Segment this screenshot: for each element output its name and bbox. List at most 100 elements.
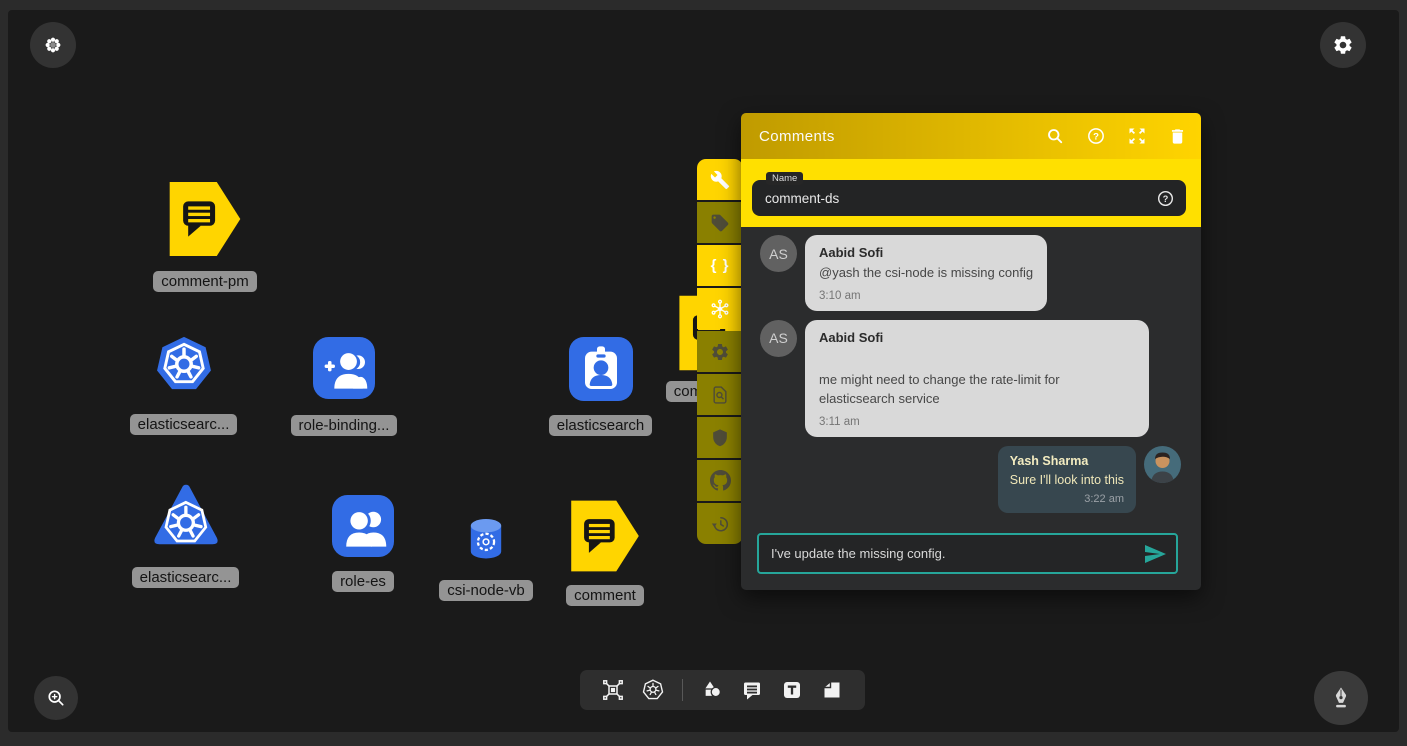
avatar: AS (760, 320, 797, 357)
braces-tool-button[interactable]: { } (697, 245, 743, 286)
settings-tool-button[interactable] (697, 331, 743, 372)
comment-shape-icon (168, 180, 242, 258)
comment-tool-button[interactable] (740, 678, 764, 702)
message-author: Aabid Sofi (819, 245, 1033, 260)
circuit-icon (601, 678, 625, 702)
pen-tool-button[interactable] (1314, 671, 1368, 725)
role-binding-icon (313, 337, 375, 399)
avatar: AS (760, 235, 797, 272)
name-field-label: Name (766, 172, 803, 185)
node-comment-pm[interactable]: comment-pm (150, 180, 260, 292)
message-row: AS Aabid Sofi me might need to change th… (760, 320, 1181, 437)
github-tool-button[interactable] (697, 460, 743, 501)
svg-text:?: ? (1163, 193, 1169, 203)
comment-input[interactable] (759, 546, 1143, 561)
zoom-in-icon (45, 687, 67, 709)
send-button[interactable] (1143, 542, 1167, 566)
shapes-tool-button[interactable] (700, 678, 724, 702)
circuit-tool-button[interactable] (601, 678, 625, 702)
node-name-section: Name ? (741, 159, 1201, 227)
message-row: Yash Sharma Sure I'll look into this 3:2… (760, 446, 1181, 513)
settings-button[interactable] (1320, 22, 1366, 68)
node-role-binding[interactable]: role-binding... (288, 337, 400, 436)
text-tool-button[interactable] (780, 678, 804, 702)
help-button[interactable]: ? (1086, 126, 1106, 146)
design-canvas[interactable]: comment-pm elasticsearc... (8, 10, 1399, 732)
mesh-tool-button[interactable] (697, 288, 743, 329)
comment-shape-icon (569, 499, 641, 573)
file-search-icon (710, 385, 730, 405)
message-time: 3:22 am (1010, 493, 1124, 505)
shield-icon (710, 428, 730, 448)
node-label: elasticsearc... (130, 414, 238, 435)
shapes-icon (700, 678, 724, 702)
node-action-toolbar: { } (697, 159, 743, 544)
node-label: role-binding... (291, 415, 398, 436)
history-tool-button[interactable] (697, 503, 743, 544)
expand-button[interactable] (1127, 126, 1147, 146)
tag-tool-button[interactable] (697, 202, 743, 243)
kubernetes-icon (641, 678, 665, 702)
message-bubble: Yash Sharma Sure I'll look into this 3:2… (998, 446, 1136, 513)
help-icon: ? (1156, 189, 1175, 208)
name-help-button[interactable]: ? (1156, 189, 1175, 208)
name-input[interactable] (752, 191, 1156, 206)
rectangle-tool-icon (820, 678, 844, 702)
flower-icon (43, 35, 63, 55)
service-account-icon (569, 337, 633, 401)
pen-nib-icon (1328, 685, 1354, 711)
gear-icon (1332, 34, 1354, 56)
node-elasticsearch-serviceaccount[interactable]: elasticsearch (551, 337, 650, 436)
wrench-tool-button[interactable] (697, 159, 743, 200)
validate-tool-button[interactable] (697, 374, 743, 415)
security-tool-button[interactable] (697, 417, 743, 458)
send-icon (1143, 542, 1167, 566)
history-icon (710, 514, 730, 534)
node-label: comment-pm (153, 271, 257, 292)
node-elasticsearch-heptagon[interactable]: elasticsearc... (131, 331, 236, 435)
text-tool-icon (780, 678, 804, 702)
node-label: comment (566, 585, 644, 606)
person-photo-icon (1144, 446, 1181, 483)
gear-icon (710, 342, 730, 362)
kubernetes-resource-icon (152, 331, 216, 395)
name-field-wrap: Name ? (752, 180, 1186, 216)
message-author: Aabid Sofi (819, 330, 1135, 345)
svg-text:?: ? (1093, 132, 1099, 143)
toolbar-divider (682, 679, 683, 701)
wrench-icon (710, 170, 730, 190)
expand-icon (1127, 126, 1147, 146)
delete-button[interactable] (1168, 127, 1187, 146)
comments-panel: Comments ? Name ? (741, 113, 1201, 590)
message-bubble: Aabid Sofi @yash the csi-node is missing… (805, 235, 1047, 311)
message-time: 3:11 am (819, 416, 1135, 428)
search-button[interactable] (1045, 126, 1065, 146)
node-comment[interactable]: comment (560, 499, 650, 606)
kubernetes-tool-button[interactable] (641, 678, 665, 702)
comments-panel-header[interactable]: Comments ? (741, 113, 1201, 159)
node-label: csi-node-vb (439, 580, 533, 601)
avatar-photo (1144, 446, 1181, 483)
node-csi-node-vb[interactable]: csi-node-vb (434, 518, 538, 601)
search-icon (1045, 126, 1065, 146)
message-text: me might need to change the rate-limit f… (819, 371, 1135, 409)
help-icon: ? (1086, 126, 1106, 146)
github-icon (710, 470, 731, 491)
storage-cylinder-icon (467, 518, 505, 560)
node-role-es[interactable]: role-es (324, 495, 402, 592)
trash-icon (1168, 127, 1187, 146)
node-label: elasticsearc... (132, 567, 240, 588)
zoom-button[interactable] (34, 676, 78, 720)
node-elasticsearch-triangle[interactable]: elasticsearc... (133, 480, 238, 588)
node-label: role-es (332, 571, 394, 592)
comment-thread[interactable]: AS Aabid Sofi @yash the csi-node is miss… (741, 227, 1201, 530)
rectangle-tool-button[interactable] (820, 678, 844, 702)
braces-icon: { } (711, 257, 730, 274)
message-bubble: Aabid Sofi me might need to change the r… (805, 320, 1149, 437)
app-menu-button[interactable] (30, 22, 76, 68)
tag-icon (710, 213, 730, 233)
message-text: @yash the csi-node is missing config (819, 264, 1033, 283)
kubernetes-pod-icon (149, 480, 223, 552)
message-time: 3:10 am (819, 290, 1033, 302)
node-label: elasticsearch (549, 415, 653, 436)
